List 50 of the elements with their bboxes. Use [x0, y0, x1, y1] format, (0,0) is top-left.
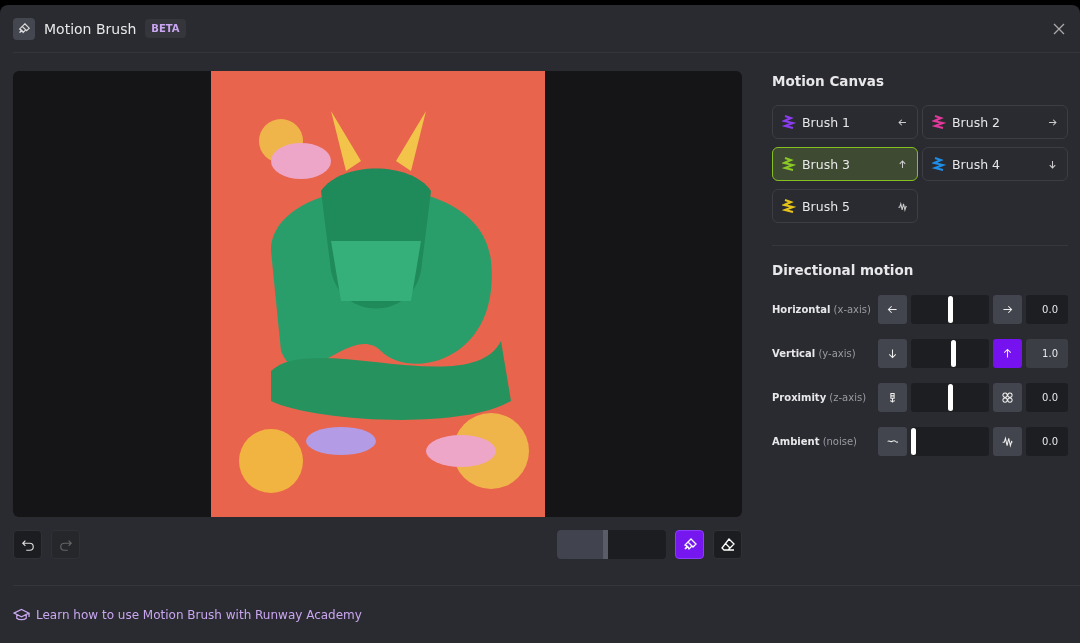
- left-arrow-button[interactable]: [878, 294, 907, 324]
- value-field[interactable]: 0.0: [1026, 382, 1068, 412]
- left-arrow-icon: [897, 116, 908, 128]
- four-circles-icon: [1001, 390, 1014, 404]
- close-icon[interactable]: [1053, 22, 1065, 35]
- undo-button[interactable]: [13, 530, 42, 559]
- eraser-button[interactable]: [713, 530, 742, 559]
- wave-icon: [1001, 434, 1014, 448]
- axis-label: Proximity (z-axis): [772, 391, 868, 403]
- section-title: Motion Canvas: [772, 73, 885, 89]
- brush-option[interactable]: Brush 2: [922, 105, 1068, 139]
- motion-slider[interactable]: [911, 338, 989, 368]
- section-title: Directional motion: [772, 262, 915, 278]
- brush-option[interactable]: Brush 3: [772, 147, 918, 181]
- up-arrow-icon: [1001, 346, 1014, 360]
- motion-slider[interactable]: [911, 426, 989, 456]
- beta-badge: BETA: [145, 19, 186, 38]
- wave-button[interactable]: [993, 426, 1022, 456]
- down-arrow-icon: [1047, 158, 1058, 170]
- right-arrow-button[interactable]: [993, 294, 1022, 324]
- up-arrow-icon: [897, 158, 908, 170]
- right-arrow-icon: [1047, 116, 1058, 128]
- value-field[interactable]: 1.0: [1026, 338, 1068, 368]
- four-circles-button[interactable]: [993, 382, 1022, 412]
- brush-option[interactable]: Brush 4: [922, 147, 1068, 181]
- slider-thumb[interactable]: [911, 427, 916, 455]
- brush-option[interactable]: Brush 5: [772, 189, 918, 223]
- brush-button[interactable]: [675, 530, 704, 559]
- axis-label: Horizontal (x-axis): [772, 303, 872, 315]
- wave-icon: [897, 200, 908, 212]
- motion-slider[interactable]: [911, 382, 989, 412]
- slider-thumb[interactable]: [951, 339, 957, 367]
- axis-label: Vertical (y-axis): [772, 347, 857, 359]
- link-text[interactable]: Learn how to use Motion Brush with Runway Academy: [36, 608, 362, 622]
- motion-slider[interactable]: [911, 294, 989, 324]
- brush-logo-icon: [13, 17, 35, 40]
- brush-size-slider[interactable]: [557, 530, 666, 559]
- graduation-cap-icon: [13, 608, 30, 622]
- slider-thumb[interactable]: [947, 295, 953, 323]
- value-field[interactable]: 0.0: [1026, 426, 1068, 456]
- dialog-title: Motion Brush: [44, 20, 137, 37]
- up-arrow-button[interactable]: [993, 338, 1022, 368]
- brush-option[interactable]: Brush 1: [772, 105, 918, 139]
- eraser-icon: [719, 536, 736, 553]
- axis-label: Ambient (noise): [772, 435, 859, 447]
- value-field[interactable]: 0.0: [1026, 294, 1068, 324]
- slider-thumb[interactable]: [947, 383, 953, 411]
- down-arrow-button[interactable]: [878, 338, 907, 368]
- flower-button[interactable]: [878, 382, 907, 412]
- down-arrow-icon: [886, 346, 899, 360]
